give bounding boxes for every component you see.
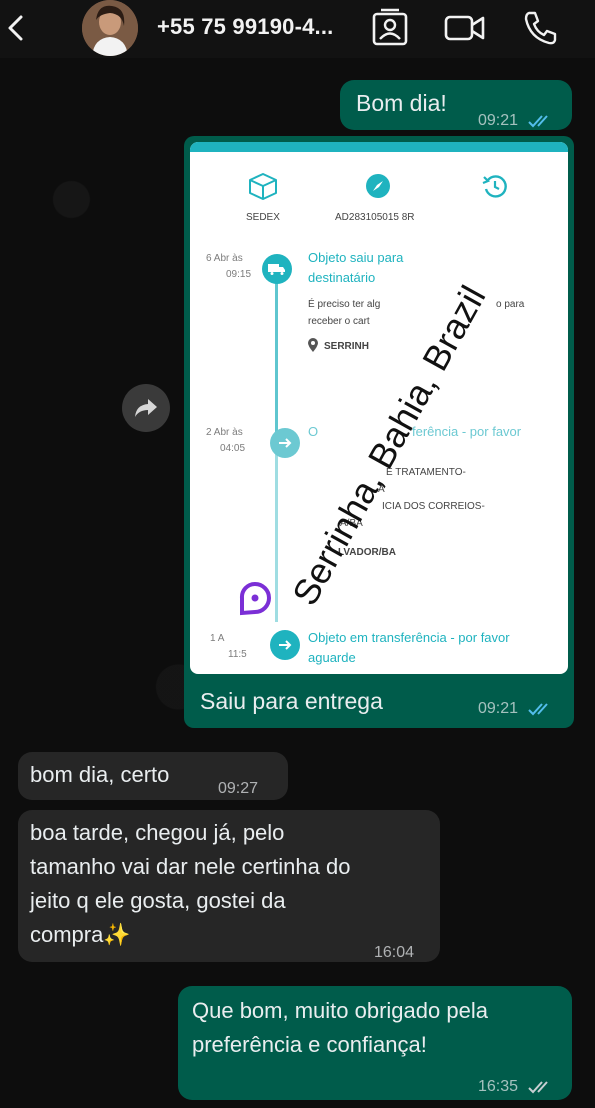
message-bubble-incoming[interactable]: boa tarde, chegou já, pelo tamanho vai d… [18, 810, 440, 962]
timeline-line [275, 282, 278, 442]
arrow-right-icon [270, 428, 300, 458]
event-description: ICIA DOS CORREIOS- [382, 501, 485, 512]
event-title: Objeto em transferência - por favor [308, 630, 510, 645]
contact-name[interactable]: +55 75 99190-4... [157, 14, 334, 40]
tracking-screenshot-image[interactable]: SEDEX AD283105015 8R 6 Abr às 09:15 Obje… [190, 142, 568, 674]
event-location: SERRINH [324, 341, 370, 352]
chat-header: +55 75 99190-4... [0, 0, 595, 58]
event-hour: 04:05 [220, 443, 246, 454]
message-bubble-outgoing[interactable]: Que bom, muito obrigado pela preferência… [178, 986, 572, 1100]
location-pin-icon [308, 338, 318, 352]
avatar[interactable] [82, 0, 138, 56]
event-description: receber o cart [308, 316, 370, 327]
event-title: destinatário [308, 270, 376, 285]
forward-icon [135, 399, 157, 417]
timeline-line [275, 452, 278, 622]
phone-icon[interactable] [520, 8, 562, 48]
message-time: 16:04 [374, 944, 415, 961]
message-text: Bom dia! [356, 90, 447, 116]
double-check-icon [527, 703, 548, 716]
event-date: 6 Abr às [206, 253, 243, 264]
image-top-bar [190, 142, 568, 152]
event-title: O [308, 424, 319, 439]
event-title: Objeto saiu para [308, 250, 404, 265]
contact-card-icon[interactable] [370, 8, 412, 48]
back-arrow-icon[interactable] [2, 10, 30, 46]
message-time: 09:27 [218, 780, 259, 797]
truck-icon [262, 254, 292, 284]
message-line: jeito q ele gosta, gostei da [30, 888, 286, 913]
message-text: bom dia, certo [30, 762, 170, 787]
message-line: preferência e confiança! [192, 1032, 427, 1057]
event-hour: 09:15 [226, 269, 252, 280]
message-bubble-incoming[interactable]: bom dia, certo 09:27 [18, 752, 288, 800]
event-title: ferência - por favor [412, 424, 522, 439]
message-line: boa tarde, chegou já, pelo [30, 820, 285, 845]
video-call-icon[interactable] [444, 8, 486, 48]
event-description: É preciso ter alg [308, 299, 381, 310]
event-description: o para [496, 299, 525, 310]
compass-icon [366, 174, 390, 198]
image-caption: Saiu para entrega [200, 688, 383, 714]
message-line: Que bom, muito obrigado pela [192, 998, 488, 1023]
event-hour: 11:5 [228, 649, 247, 660]
arrow-right-icon [270, 630, 300, 660]
double-check-icon [527, 1081, 548, 1094]
package-icon [249, 173, 277, 200]
tracking-code: AD283105015 8R [335, 212, 415, 223]
location-marker-icon [239, 581, 272, 616]
message-line: compra✨ [30, 922, 131, 947]
double-check-icon [527, 115, 548, 128]
service-label: SEDEX [246, 212, 280, 223]
event-date: 1 A [210, 633, 225, 644]
message-time: 09:21 [478, 700, 553, 718]
message-time: 16:35 [478, 1070, 553, 1104]
history-icon [482, 175, 507, 198]
message-bubble-outgoing[interactable]: Bom dia! 09:21 [340, 80, 572, 130]
event-date: 2 Abr às [206, 427, 243, 438]
forward-button[interactable] [122, 384, 170, 432]
message-time: 09:21 [478, 104, 553, 138]
message-line: tamanho vai dar nele certinha do [30, 854, 351, 879]
event-title: aguarde [308, 650, 356, 665]
